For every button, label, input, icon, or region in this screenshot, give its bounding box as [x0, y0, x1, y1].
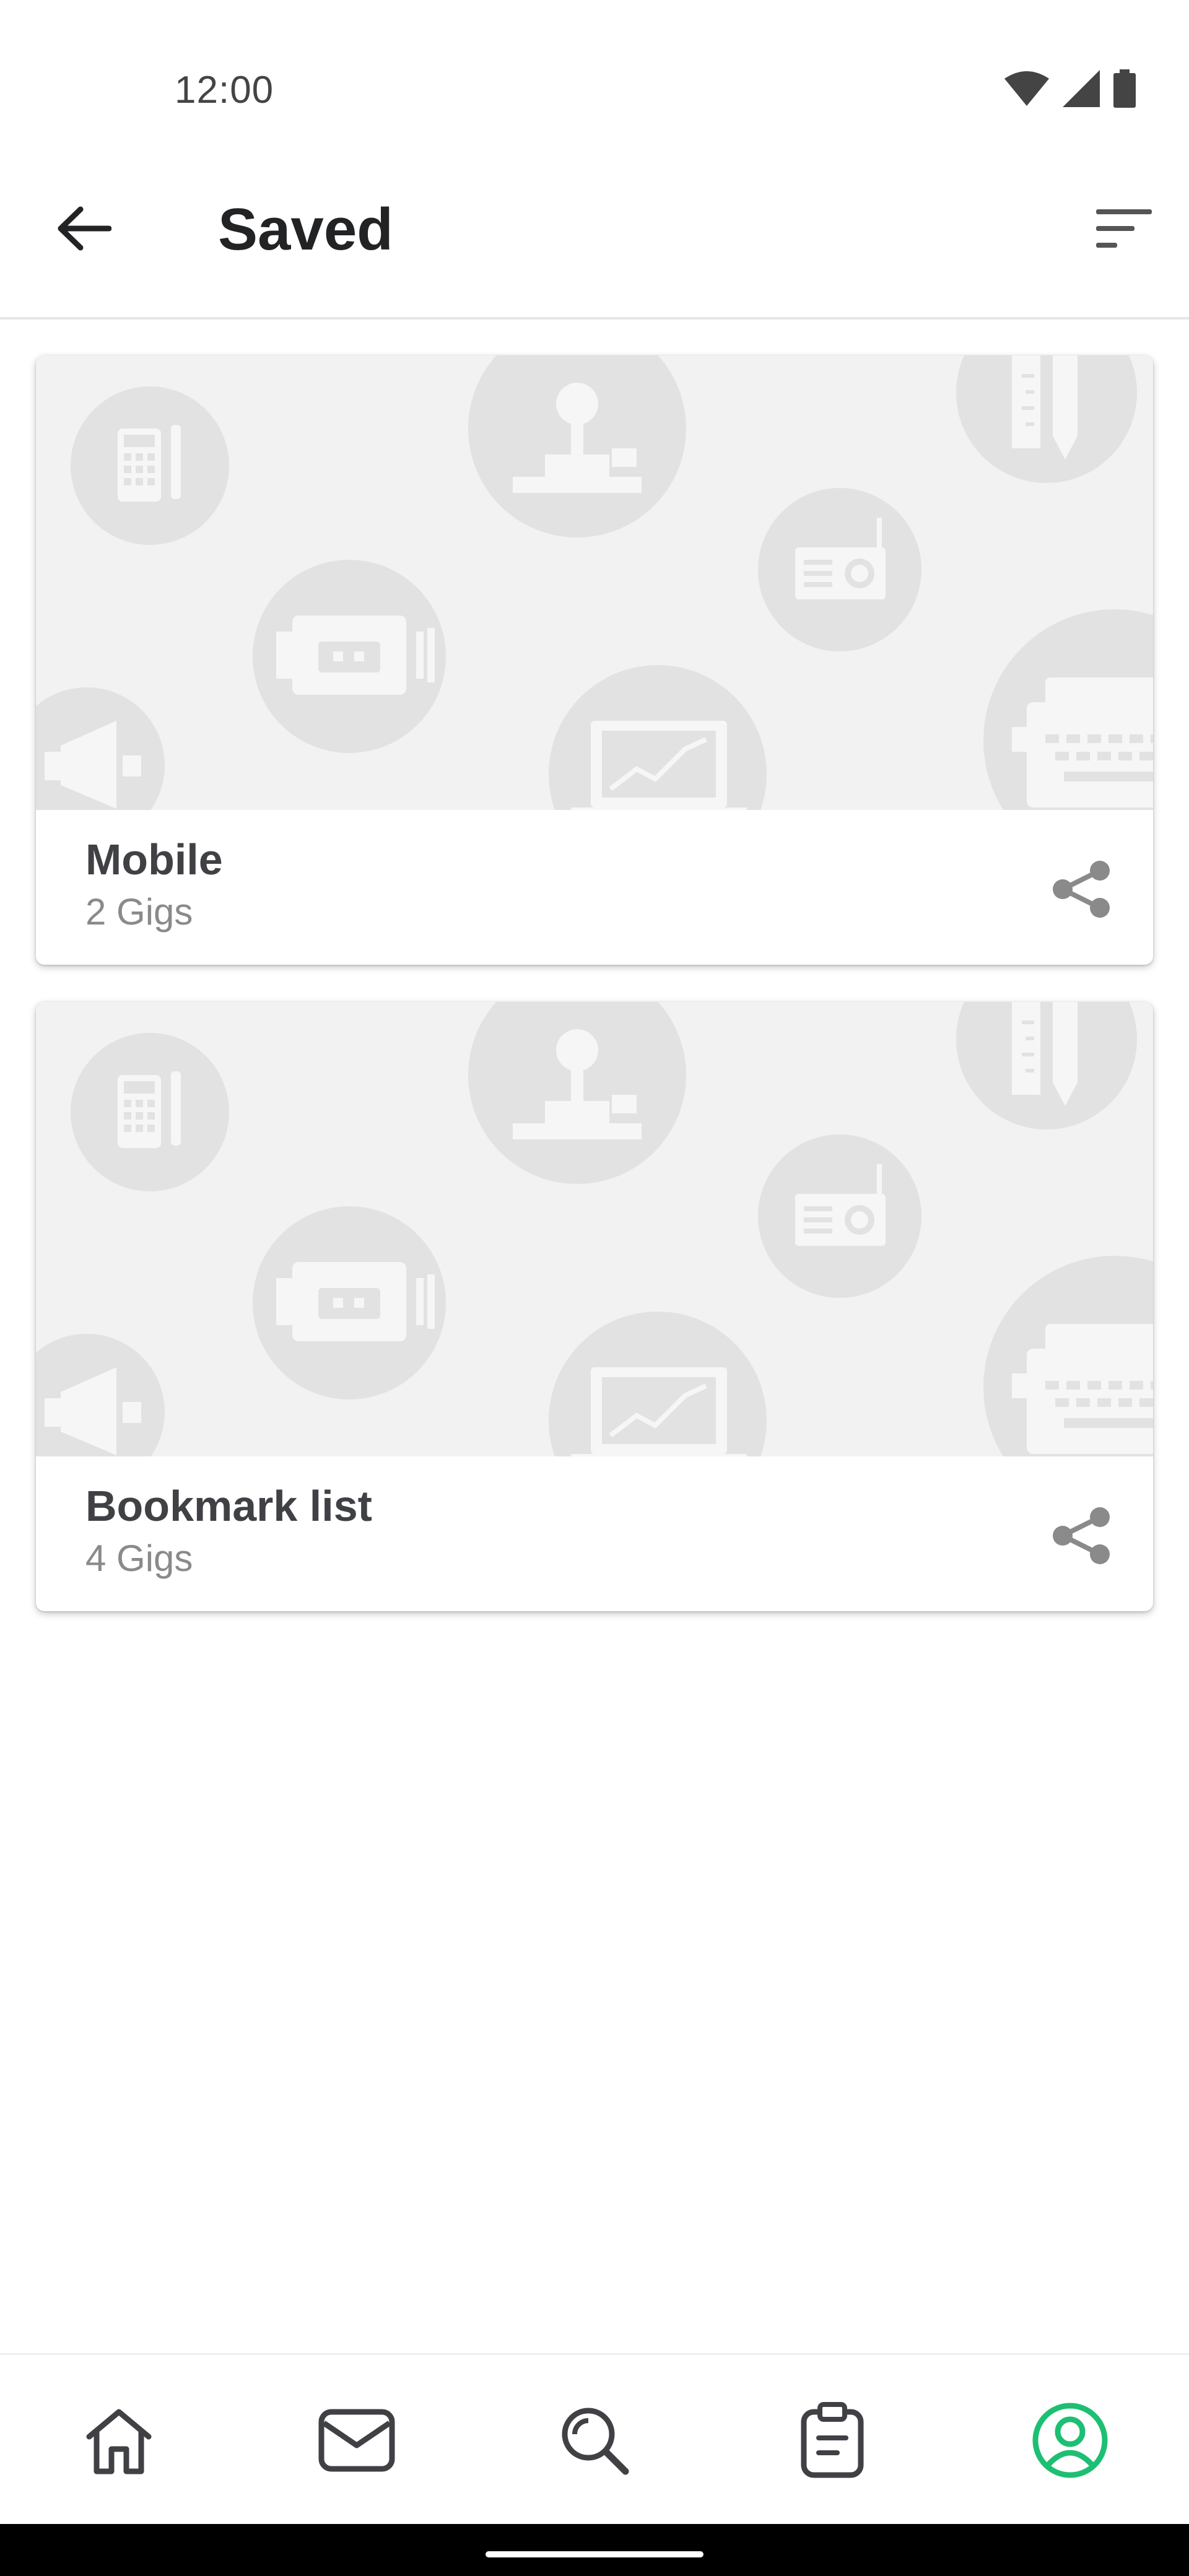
system-gesture-bar [0, 2524, 1189, 2576]
share-icon [1050, 1505, 1112, 1570]
wifi-icon [1004, 70, 1049, 110]
status-bar: 12:00 [0, 0, 1189, 186]
arrow-left-icon [56, 206, 112, 255]
list-title: Bookmark list [85, 1482, 372, 1530]
list-card-footer: Bookmark list 4 Gigs [36, 1456, 1153, 1611]
back-button[interactable] [50, 196, 118, 264]
profile-icon [1032, 2402, 1108, 2482]
status-time: 12:00 [175, 69, 274, 111]
list-cover-illustration [36, 1002, 1153, 1456]
list-title: Mobile [85, 835, 223, 884]
nav-search[interactable] [551, 2398, 638, 2485]
list-gig-count: 2 Gigs [85, 891, 193, 933]
home-icon [82, 2403, 156, 2481]
share-icon [1050, 858, 1112, 923]
nav-inbox[interactable] [313, 2398, 400, 2485]
nav-orders[interactable] [789, 2398, 876, 2485]
list-cover-illustration [36, 355, 1153, 810]
list-gig-count: 4 Gigs [85, 1538, 193, 1579]
status-icons [1004, 69, 1136, 111]
battery-icon [1113, 69, 1136, 111]
page-title: Saved [218, 196, 393, 263]
list-card-footer: Mobile 2 Gigs [36, 810, 1153, 965]
share-button[interactable] [1044, 853, 1118, 928]
share-button[interactable] [1044, 1500, 1118, 1574]
app-bar-divider [0, 317, 1189, 320]
home-gesture-handle[interactable] [486, 2551, 703, 2557]
search-icon [557, 2403, 632, 2481]
inbox-icon [318, 2407, 396, 2477]
sort-button[interactable] [1090, 196, 1158, 264]
nav-profile[interactable] [1027, 2398, 1113, 2485]
bottom-navigation [0, 2353, 1189, 2526]
list-card[interactable]: Mobile 2 Gigs [36, 355, 1153, 965]
orders-clipboard-icon [800, 2401, 865, 2482]
signal-icon [1063, 70, 1100, 110]
list-card[interactable]: Bookmark list 4 Gigs [36, 1002, 1153, 1611]
sort-icon [1095, 208, 1153, 252]
nav-home[interactable] [76, 2398, 162, 2485]
app-bar [0, 186, 1189, 317]
